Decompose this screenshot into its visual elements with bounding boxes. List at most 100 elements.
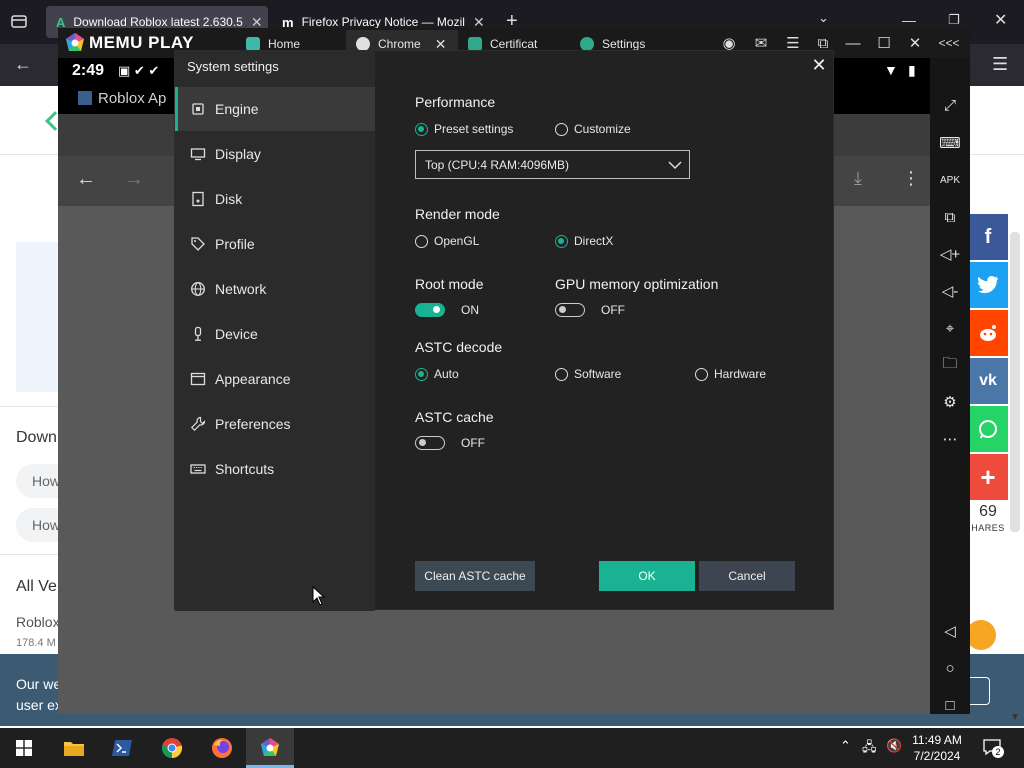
windows-logo-icon <box>16 740 32 756</box>
nav-item-engine[interactable]: Engine <box>175 87 375 131</box>
location-icon[interactable]: ⌖ <box>930 315 970 341</box>
chrome-icon <box>161 738 183 758</box>
collapse-toolbar-icon[interactable]: <<< <box>938 32 960 54</box>
download-icon[interactable]: ⤓ <box>854 168 862 189</box>
toggle-track <box>415 436 445 450</box>
settings-icon[interactable]: ⚙ <box>930 389 970 415</box>
minimize-window-icon[interactable]: — <box>842 32 864 54</box>
network-icon[interactable]: 🖧 <box>862 738 877 760</box>
notification-center-button[interactable]: 2 <box>982 738 1004 758</box>
toggle-state: ON <box>461 303 479 317</box>
toggle-track <box>415 303 445 317</box>
notification-count-badge: 2 <box>992 746 1004 758</box>
start-button[interactable] <box>0 728 48 768</box>
memu-app-icon <box>261 738 279 756</box>
chrome-tab-label: Roblox Ap <box>98 90 167 107</box>
root-mode-toggle[interactable]: ON <box>415 303 479 317</box>
taskbar-powershell[interactable] <box>98 728 146 768</box>
gpu-memory-toggle[interactable]: OFF <box>555 303 625 317</box>
radio-astc-hardware[interactable]: Hardware <box>695 367 766 381</box>
chrome-tab-title[interactable]: Roblox Ap <box>78 90 166 107</box>
volume-up-icon[interactable]: ◁+ <box>930 241 970 267</box>
menu-icon[interactable]: ☰ <box>992 54 1008 75</box>
nav-label: Shortcuts <box>215 461 275 477</box>
apk-install-icon[interactable]: APK <box>930 167 970 193</box>
chevron-down-icon <box>668 161 682 170</box>
tab-overview-icon[interactable] <box>10 12 30 32</box>
nav-item-network[interactable]: Network <box>175 267 375 311</box>
radio-opengl[interactable]: OpenGL <box>415 234 479 248</box>
android-recents-icon[interactable]: □ <box>930 692 970 718</box>
faq-pill[interactable]: How <box>16 464 60 498</box>
close-dialog-icon[interactable]: ✕ <box>809 55 829 75</box>
tab-title: Firefox Privacy Notice — Mozil <box>301 15 465 29</box>
system-clock[interactable]: 11:49 AM 7/2/2024 <box>906 732 968 764</box>
fullscreen-icon[interactable]: ⤢ <box>930 92 970 118</box>
taskbar-chrome[interactable] <box>148 728 196 768</box>
list-tabs-icon[interactable]: ⌄ <box>818 10 829 26</box>
faq-pill[interactable]: How <box>16 508 60 542</box>
radio-astc-auto[interactable]: Auto <box>415 367 459 381</box>
restore-window-icon[interactable]: ❐ <box>948 12 960 28</box>
toggle-state: OFF <box>601 303 625 317</box>
back-icon[interactable]: ← <box>76 168 96 191</box>
memu-logo-icon <box>66 33 84 51</box>
taskbar-file-explorer[interactable] <box>50 728 98 768</box>
nav-item-shortcuts[interactable]: Shortcuts <box>175 447 375 491</box>
close-window-icon[interactable]: ✕ <box>994 10 1007 30</box>
whatsapp-icon <box>979 420 997 439</box>
android-home-icon[interactable]: ○ <box>930 655 970 681</box>
android-app-icon <box>468 37 482 51</box>
wrench-icon <box>189 415 207 433</box>
more-icon[interactable]: ⋯ <box>930 426 970 452</box>
whatsapp-share-button[interactable] <box>968 406 1008 452</box>
volume-down-icon[interactable]: ◁- <box>930 278 970 304</box>
close-window-icon[interactable]: ✕ <box>904 32 926 54</box>
radio-customize[interactable]: Customize <box>555 122 631 136</box>
radio-directx[interactable]: DirectX <box>555 234 613 248</box>
radio-dot <box>555 367 568 381</box>
multi-instance-icon[interactable]: ⧉ <box>930 204 970 230</box>
clock-time: 11:49 AM <box>912 733 962 747</box>
radio-dot <box>555 234 568 248</box>
back-icon[interactable]: ← <box>14 54 32 75</box>
nav-item-preferences[interactable]: Preferences <box>175 402 375 446</box>
android-back-icon[interactable]: ◁ <box>930 618 970 644</box>
nav-item-profile[interactable]: Profile <box>175 222 375 266</box>
radio-preset-settings[interactable]: Preset settings <box>415 122 513 136</box>
keyboard-icon[interactable]: ⌨ <box>930 130 970 156</box>
page-scrollbar[interactable] <box>1010 232 1020 532</box>
nav-item-appearance[interactable]: Appearance <box>175 357 375 401</box>
maximize-window-icon[interactable]: ☐ <box>873 32 895 54</box>
minimize-window-icon[interactable]: — <box>902 12 916 28</box>
forward-icon[interactable]: → <box>124 168 144 191</box>
nav-item-display[interactable]: Display <box>175 132 375 176</box>
monitor-icon <box>189 145 207 163</box>
more-options-icon[interactable]: ⋮ <box>902 168 920 189</box>
astc-decode-title: ASTC decode <box>415 339 503 355</box>
preset-dropdown[interactable]: Top (CPU:4 RAM:4096MB) <box>415 150 690 179</box>
scroll-down-icon[interactable]: ▼ <box>1010 712 1020 723</box>
ok-button[interactable]: OK <box>599 561 695 591</box>
home-app-icon <box>246 37 260 51</box>
nav-item-disk[interactable]: Disk <box>175 177 375 221</box>
taskbar-firefox[interactable] <box>198 728 246 768</box>
version-name[interactable]: Roblox <box>16 614 60 630</box>
nav-item-device[interactable]: Device <box>175 312 375 356</box>
astc-cache-toggle[interactable]: OFF <box>415 436 485 450</box>
more-share-button[interactable]: + <box>968 454 1008 500</box>
volume-muted-icon[interactable]: 🔇 <box>886 738 902 754</box>
taskbar-memu[interactable] <box>246 728 294 768</box>
vk-share-button[interactable]: vk <box>968 358 1008 404</box>
nav-label: Appearance <box>215 371 291 387</box>
facebook-share-button[interactable]: f <box>968 214 1008 260</box>
reddit-share-button[interactable] <box>968 310 1008 356</box>
hero-banner <box>16 242 60 392</box>
radio-astc-software[interactable]: Software <box>555 367 621 381</box>
folder-icon[interactable]: 🗀 <box>930 352 970 378</box>
chat-bubble-icon[interactable] <box>966 620 996 650</box>
show-hidden-icons-icon[interactable]: ⌃ <box>840 738 851 754</box>
clean-astc-cache-button[interactable]: Clean ASTC cache <box>415 561 535 591</box>
twitter-share-button[interactable] <box>968 262 1008 308</box>
cancel-button[interactable]: Cancel <box>699 561 795 591</box>
